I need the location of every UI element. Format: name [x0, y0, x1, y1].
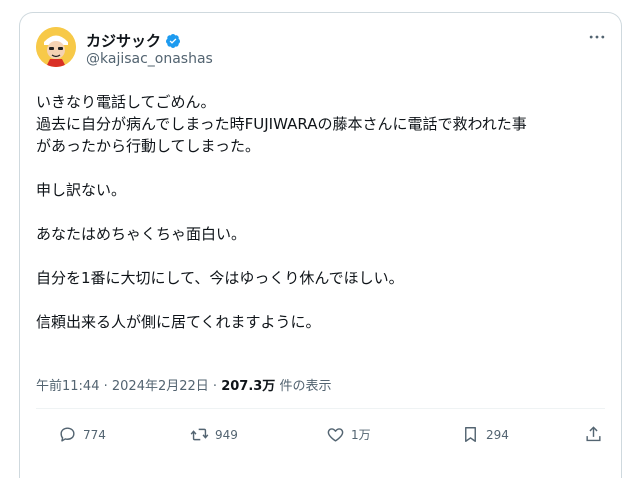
divider: [36, 408, 605, 409]
post-text: いきなり電話してごめん。 過去に自分が病んでしまった時FUJIWARAの藤本さん…: [36, 91, 611, 333]
meta-separator: ·: [208, 379, 222, 394]
repost-count: 949: [215, 427, 238, 442]
post-card: カジサック @kajisac_onashas いきなり電話してごめん。 過去に自…: [19, 12, 622, 478]
post-date[interactable]: 2024年2月22日: [112, 379, 209, 394]
bookmark-icon: [465, 427, 476, 442]
post-line: 自分を1番に大切にして、今はゆっくり休んでほしい。: [36, 269, 404, 287]
post-line: いきなり電話してごめん。: [36, 93, 216, 111]
share-button[interactable]: [584, 425, 603, 444]
avatar-illustration-icon: [36, 27, 76, 67]
reply-button[interactable]: 774: [58, 425, 106, 444]
meta-separator: ·: [99, 379, 112, 394]
verified-badge-icon: [166, 33, 181, 48]
reply-icon: [60, 427, 75, 442]
author-handle[interactable]: @kajisac_onashas: [86, 51, 213, 67]
reply-count: 774: [83, 427, 106, 442]
post-meta: 午前11:44 · 2024年2月22日 · 207.3万 件の表示: [36, 375, 331, 394]
post-line: 信頼出来る人が側に居てくれますように。: [36, 313, 321, 331]
post-line: があったから行動してしまった。: [36, 137, 260, 155]
post-line: あなたはめちゃくちゃ面白い。: [36, 225, 247, 243]
like-button[interactable]: 1万: [326, 425, 371, 444]
view-count[interactable]: 207.3万: [221, 379, 275, 394]
more-options-icon[interactable]: [587, 27, 607, 47]
post-line: 申し訳ない。: [36, 181, 127, 199]
repost-button[interactable]: 949: [190, 425, 238, 444]
bookmark-button[interactable]: 294: [461, 425, 509, 444]
bookmark-count: 294: [486, 427, 509, 442]
heart-icon: [327, 428, 344, 442]
action-bar: 774 949 1万 294: [36, 421, 605, 451]
avatar[interactable]: [36, 27, 76, 67]
author-name-row: カジサック: [86, 30, 181, 51]
share-icon: [586, 426, 601, 442]
author-name[interactable]: カジサック: [86, 30, 161, 51]
like-count: 1万: [351, 428, 371, 442]
post-line: 過去に自分が病んでしまった時FUJIWARAの藤本さんに電話で救われた事: [36, 115, 527, 133]
post-time[interactable]: 午前11:44: [36, 379, 99, 394]
view-count-suffix: 件の表示: [275, 379, 332, 394]
repost-icon: [190, 428, 209, 441]
